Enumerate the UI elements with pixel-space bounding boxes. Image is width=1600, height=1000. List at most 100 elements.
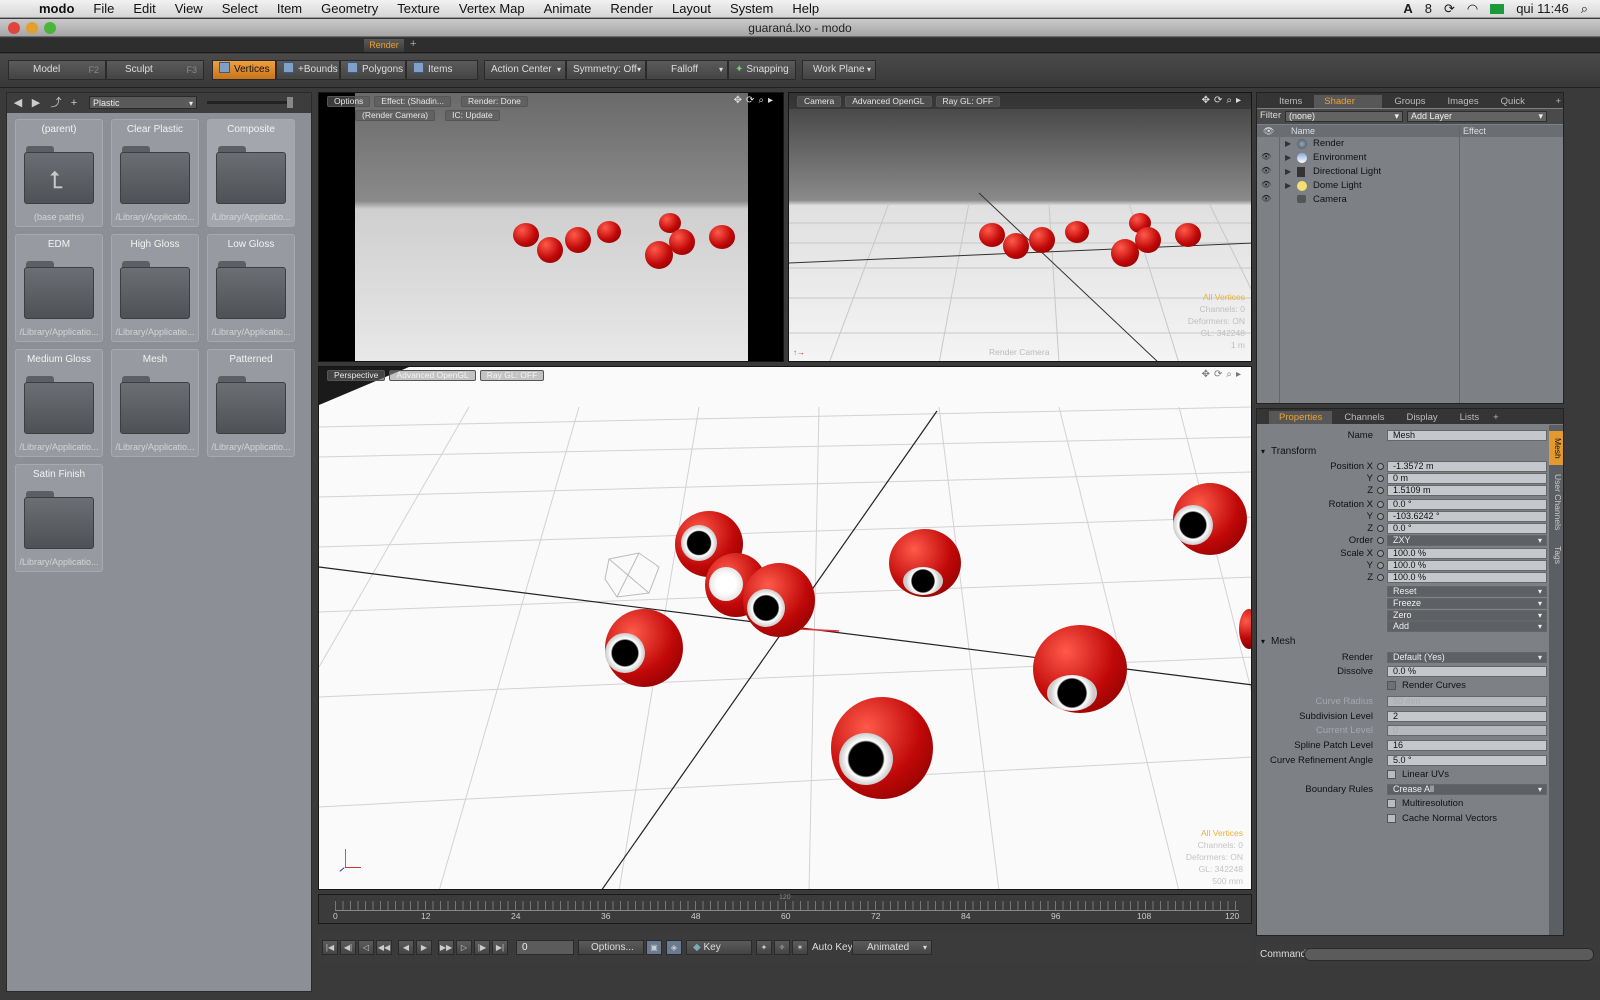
falloff-dropdown[interactable]: Falloff ▾	[646, 60, 728, 80]
add-dropdown[interactable]: Add	[1387, 621, 1547, 632]
model-button[interactable]: Model F2	[8, 60, 106, 80]
cache-normal-vectors-checkbox[interactable]	[1387, 814, 1396, 823]
minimize-icon[interactable]	[26, 22, 38, 34]
side-tab-user-channels[interactable]: User Channels	[1549, 469, 1563, 535]
subdivision-level-field[interactable]: 2	[1387, 711, 1547, 722]
position-x-field[interactable]: -1.3572 m	[1387, 461, 1547, 472]
up-folder-icon[interactable]: ⤴	[49, 96, 63, 110]
menu-item[interactable]: Item	[268, 1, 312, 16]
preset-category-select[interactable]: Plastic ▾	[89, 96, 197, 109]
next-frame-icon[interactable]: ▷	[456, 940, 472, 955]
prev-frame-icon[interactable]: ◁	[358, 940, 374, 955]
status-count[interactable]: 8	[1425, 1, 1432, 16]
expand-icon[interactable]: ▶	[1285, 151, 1291, 165]
boundary-rules-dropdown[interactable]: Crease All	[1387, 784, 1547, 795]
auto-key-icon-2[interactable]: ✧	[774, 940, 790, 955]
forward-icon[interactable]: ▶	[29, 96, 43, 110]
camera-viewport[interactable]: Camera Advanced OpenGL Ray GL: OFF ✥⟳⌕▸ …	[788, 92, 1252, 362]
menu-geometry[interactable]: Geometry	[312, 1, 388, 16]
menu-system[interactable]: System	[721, 1, 783, 16]
tree-item-camera[interactable]: Camera	[1279, 193, 1563, 207]
render-curves-checkbox[interactable]	[1387, 681, 1396, 690]
dissolve-field[interactable]: 0.0 %	[1387, 666, 1547, 677]
adobe-icon[interactable]: A	[1403, 1, 1412, 16]
menu-edit[interactable]: Edit	[124, 1, 165, 16]
slider-handle[interactable]	[287, 97, 293, 108]
view-nav-icons[interactable]: ✥⟳⌕▸	[1202, 95, 1245, 106]
sculpt-button[interactable]: Sculpt F3	[106, 60, 204, 80]
tab-properties[interactable]: Properties	[1269, 411, 1333, 424]
timeline[interactable]: 0 12 24 36 48 60 72 84 96 108 120 120	[318, 894, 1252, 924]
animate-dot-icon[interactable]	[1377, 537, 1384, 544]
spline-patch-level-field[interactable]: 16	[1387, 740, 1547, 751]
tab-render[interactable]: Render	[364, 39, 404, 52]
position-y-field[interactable]: 0 m	[1387, 473, 1547, 484]
view-nav-icons[interactable]: ✥⟳⌕▸	[1202, 369, 1245, 380]
reset-dropdown[interactable]: Reset	[1387, 586, 1547, 597]
menu-render[interactable]: Render	[601, 1, 663, 16]
menu-animate[interactable]: Animate	[535, 1, 602, 16]
render-status[interactable]: Render: Done	[460, 95, 528, 107]
rotation-y-field[interactable]: -103.6242 °	[1387, 511, 1547, 522]
order-dropdown[interactable]: ZXY	[1387, 535, 1547, 546]
action-center-dropdown[interactable]: Action Center ▾	[484, 60, 566, 80]
timeline-track[interactable]	[335, 901, 1239, 911]
preset-clear-plastic[interactable]: Clear Plastic /Library/Applicatio...	[111, 119, 199, 227]
animate-dot-icon[interactable]	[1377, 475, 1384, 482]
tree-item-directional-light[interactable]: ▶ Directional Light	[1279, 165, 1563, 179]
snapping-button[interactable]: ✦ Snapping	[728, 60, 796, 80]
animate-dot-icon[interactable]	[1377, 487, 1384, 494]
view-nav-icons[interactable]: ✥⟳⌕▸	[734, 95, 777, 106]
curve-refinement-field[interactable]: 5.0 °	[1387, 755, 1547, 766]
tab-lists[interactable]: Lists	[1450, 411, 1490, 424]
close-icon[interactable]	[8, 22, 20, 34]
symmetry-dropdown[interactable]: Symmetry: Off ▾	[566, 60, 646, 80]
visibility-icon[interactable]: 👁	[1261, 152, 1271, 161]
thumbnail-size-slider[interactable]	[207, 97, 293, 108]
menu-view[interactable]: View	[166, 1, 213, 16]
camera-raygl-button[interactable]: Ray GL: OFF	[935, 95, 1001, 107]
animate-dot-icon[interactable]	[1377, 574, 1384, 581]
visibility-column-icon[interactable]: 👁	[1263, 126, 1274, 137]
add-layer-dropdown[interactable]: Add Layer ▾	[1407, 111, 1547, 122]
expand-icon[interactable]: ▶	[1285, 137, 1291, 151]
command-input[interactable]	[1304, 948, 1594, 961]
linear-uvs-checkbox[interactable]	[1387, 770, 1396, 779]
current-frame-field[interactable]: 0	[516, 940, 574, 955]
prev-key-icon[interactable]: ◀|	[340, 940, 356, 955]
vertices-button[interactable]: Vertices	[212, 60, 276, 80]
raygl-button[interactable]: Ray GL: OFF	[479, 369, 545, 381]
add-icon[interactable]: +	[67, 96, 81, 110]
wifi-icon[interactable]: ◠	[1467, 1, 1478, 17]
preset-satin-finish[interactable]: Satin Finish /Library/Applicatio...	[15, 464, 103, 572]
key-filter-icon[interactable]: ◈	[666, 940, 682, 955]
tab-groups[interactable]: Groups	[1384, 95, 1435, 108]
go-to-start-icon[interactable]: |◀	[322, 940, 338, 955]
add-tab-icon[interactable]: +	[1553, 95, 1563, 108]
scale-y-field[interactable]: 100.0 %	[1387, 560, 1547, 571]
render-dropdown[interactable]: Default (Yes)	[1387, 652, 1547, 663]
clock[interactable]: qui 11:46	[1516, 1, 1569, 16]
tab-quick-tips[interactable]: Quick Tips	[1491, 95, 1552, 120]
render-camera-button[interactable]: (Render Camera)	[355, 110, 436, 121]
tab-items[interactable]: Items	[1269, 95, 1312, 108]
name-field[interactable]: Mesh	[1387, 430, 1547, 441]
side-tab-tags[interactable]: Tags	[1549, 539, 1563, 571]
add-tab-icon[interactable]: +	[410, 38, 416, 50]
filter-dropdown[interactable]: (none) ▾	[1285, 111, 1403, 122]
mesh-section[interactable]: Mesh	[1257, 635, 1549, 649]
zoom-icon[interactable]	[44, 22, 56, 34]
camera-select-button[interactable]: Camera	[797, 95, 842, 107]
preset-high-gloss[interactable]: High Gloss /Library/Applicatio...	[111, 234, 199, 342]
tab-images[interactable]: Images	[1437, 95, 1488, 108]
menu-layout[interactable]: Layout	[663, 1, 721, 16]
sync-icon[interactable]: ⟳	[1444, 1, 1455, 17]
preset-parent[interactable]: (parent) ⮤ (base paths)	[15, 119, 103, 227]
freeze-dropdown[interactable]: Freeze	[1387, 598, 1547, 609]
tab-channels[interactable]: Channels	[1334, 411, 1394, 424]
back-icon[interactable]: ◀	[11, 96, 25, 110]
animate-dot-icon[interactable]	[1377, 501, 1384, 508]
step-forward-icon[interactable]: ▶▶	[438, 940, 454, 955]
spotlight-icon[interactable]: ⌕	[1581, 1, 1588, 17]
shading-mode-button[interactable]: Advanced OpenGL	[389, 369, 476, 381]
